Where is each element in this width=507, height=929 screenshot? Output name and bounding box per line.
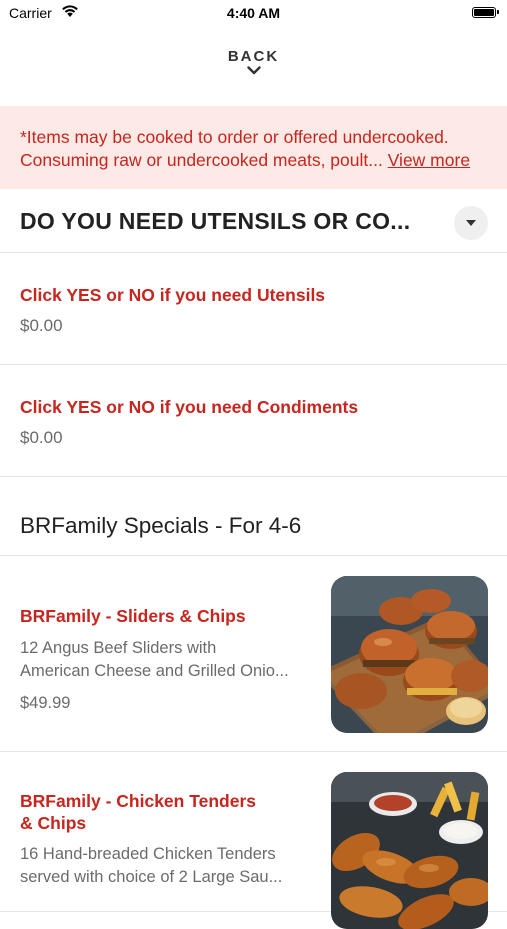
notice-line-1: *Items may be cooked to order or offered… <box>20 127 449 147</box>
category-title: BRFamily Specials - For 4-6 <box>20 513 302 538</box>
item-description: 12 Angus Beef Sliders with American Chee… <box>20 637 315 683</box>
back-label: BACK <box>227 48 280 65</box>
option-title: Click YES or NO if you need Condiments <box>20 397 359 417</box>
menu-item-chicken-tenders[interactable]: BRFamily - Chicken Tenders & Chips 16 Ha… <box>0 752 507 929</box>
section-dropdown-button[interactable] <box>454 206 488 240</box>
item-name-line-2: & Chips <box>20 813 87 833</box>
utensils-section-header[interactable]: DO YOU NEED UTENSILS OR CO... <box>0 190 507 253</box>
item-price: $49.99 <box>20 694 71 712</box>
item-photo-chicken-tenders <box>331 772 488 929</box>
back-button[interactable]: BACK <box>0 48 507 75</box>
menu-item-sliders[interactable]: BRFamily - Sliders & Chips 12 Angus Beef… <box>0 556 507 752</box>
item-description-line-2: served with choice of 2 Large Sau... <box>20 868 283 886</box>
view-more-link[interactable]: View more <box>388 150 470 170</box>
item-name-line-1: BRFamily - Chicken Tenders <box>20 791 256 811</box>
item-description-line-2: American Cheese and Grilled Onio... <box>20 662 289 680</box>
option-title: Click YES or NO if you need Utensils <box>20 285 326 305</box>
dropdown-caret-icon <box>466 220 476 226</box>
category-header: BRFamily Specials - For 4-6 <box>0 478 507 556</box>
item-photo-sliders <box>331 576 488 733</box>
item-description-line-1: 16 Hand-breaded Chicken Tenders <box>20 845 276 863</box>
option-price: $0.00 <box>20 428 63 447</box>
option-condiments[interactable]: Click YES or NO if you need Condiments $… <box>0 365 507 477</box>
allergy-notice: *Items may be cooked to order or offered… <box>0 106 507 189</box>
item-description: 16 Hand-breaded Chicken Tenders served w… <box>20 843 315 889</box>
notice-line-2: Consuming raw or undercooked meats, poul… <box>20 149 507 172</box>
status-bar: Carrier 4:40 AM <box>0 0 507 28</box>
item-name: BRFamily - Chicken Tenders & Chips <box>20 790 310 834</box>
option-utensils[interactable]: Click YES or NO if you need Utensils $0.… <box>0 253 507 365</box>
item-description-line-1: 12 Angus Beef Sliders with <box>20 639 217 657</box>
item-name: BRFamily - Sliders & Chips <box>20 606 246 626</box>
battery-icon <box>472 7 499 18</box>
section-title: DO YOU NEED UTENSILS OR CO... <box>20 208 411 234</box>
clock: 4:40 AM <box>226 5 281 21</box>
option-price: $0.00 <box>20 316 63 335</box>
notice-line-2-text: Consuming raw or undercooked meats, poul… <box>20 150 383 170</box>
chevron-down-icon <box>246 66 261 75</box>
